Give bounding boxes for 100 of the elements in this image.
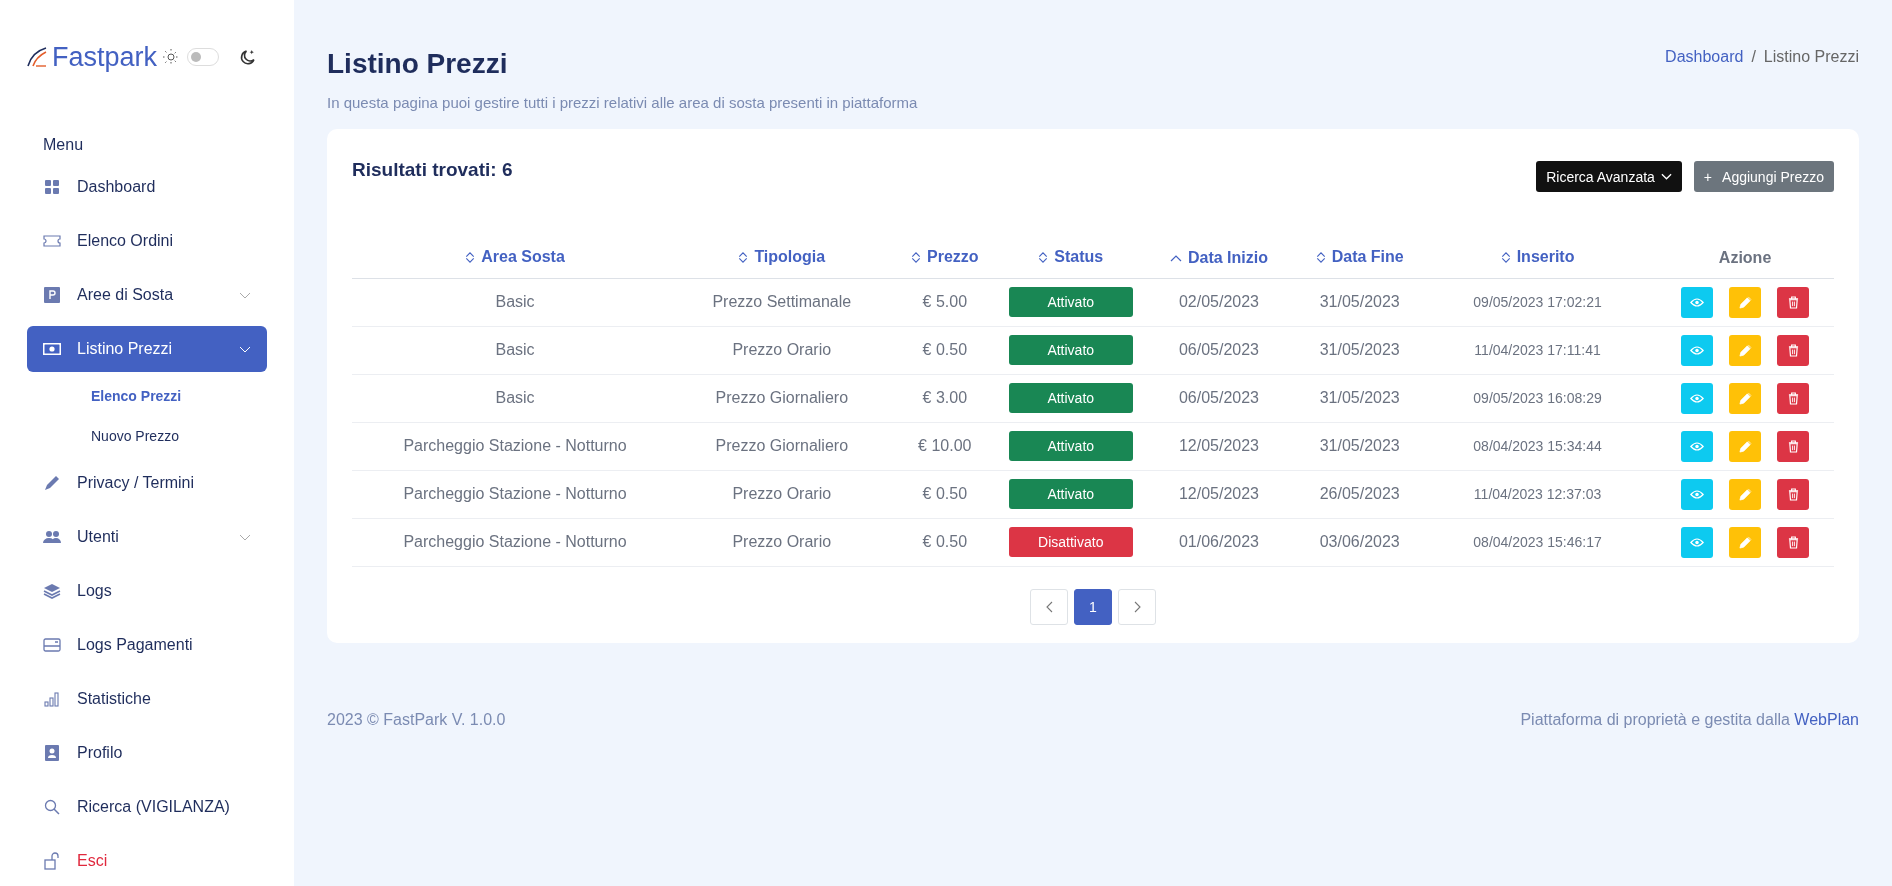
webplan-link[interactable]: WebPlan xyxy=(1794,710,1859,728)
sidebar-item[interactable]: Listino Prezzi xyxy=(27,326,267,372)
theme-toggle[interactable] xyxy=(187,48,220,66)
table-cell: 08/04/2023 15:46:17 xyxy=(1473,534,1602,550)
status-badge: Attivato xyxy=(1008,287,1133,317)
padlock-icon xyxy=(43,852,61,870)
table-cell: 31/05/2023 xyxy=(1319,293,1400,310)
column-header[interactable]: Inserito xyxy=(1500,248,1575,266)
moon-icon xyxy=(239,48,257,66)
table-cell: 09/05/2023 17:02:21 xyxy=(1473,294,1602,310)
table-cell: 26/05/2023 xyxy=(1319,485,1400,502)
column-header[interactable]: Prezzo xyxy=(911,248,979,266)
page-button[interactable]: 1 xyxy=(1074,588,1112,625)
view-button[interactable] xyxy=(1681,286,1714,318)
table-cell: 01/06/2023 xyxy=(1178,533,1259,550)
chevron-right-icon xyxy=(1133,600,1141,613)
table-cell: 11/04/2023 17:11:41 xyxy=(1474,342,1601,358)
breadcrumb-separator: / xyxy=(1751,48,1756,66)
table-cell: 08/04/2023 15:34:44 xyxy=(1473,438,1602,454)
table-cell: 31/05/2023 xyxy=(1319,437,1400,454)
submenu-item[interactable]: Nuovo Prezzo xyxy=(91,416,179,456)
column-header[interactable]: Area Sosta xyxy=(465,248,565,266)
edit-button[interactable] xyxy=(1729,382,1762,414)
delete-button[interactable] xyxy=(1777,478,1810,510)
sort-ascending-icon xyxy=(1169,254,1182,263)
trash-icon xyxy=(1787,487,1799,501)
pencil-icon xyxy=(1738,343,1752,357)
sidebar-item[interactable]: Utenti xyxy=(27,514,267,560)
sidebar-item[interactable]: Logs xyxy=(27,568,267,614)
sort-icon xyxy=(1315,250,1326,264)
bar-chart-icon xyxy=(43,691,61,707)
edit-button[interactable] xyxy=(1729,334,1762,366)
trash-icon xyxy=(1787,391,1799,405)
sidebar-item[interactable]: Privacy / Termini xyxy=(27,460,267,506)
sort-icon xyxy=(1038,250,1049,264)
column-header[interactable]: Status xyxy=(1038,248,1104,266)
sidebar-item[interactable]: Ricerca (VIGILANZA) xyxy=(27,784,267,830)
table-cell: Prezzo Settimanale xyxy=(712,293,852,310)
sidebar-item[interactable]: Logs Pagamenti xyxy=(27,622,267,668)
eye-icon xyxy=(1690,345,1705,355)
delete-button[interactable] xyxy=(1777,430,1810,462)
view-button[interactable] xyxy=(1681,478,1714,510)
delete-button[interactable] xyxy=(1777,526,1810,558)
sun-icon xyxy=(163,49,180,65)
breadcrumb-current: Listino Prezzi xyxy=(1763,48,1859,66)
sidebar-item[interactable]: Profilo xyxy=(27,730,267,776)
submenu-item[interactable]: Elenco Prezzi xyxy=(91,376,182,416)
column-header[interactable]: Tipologia xyxy=(738,248,826,266)
table-cell: 06/05/2023 xyxy=(1178,341,1259,358)
chevron-down-icon xyxy=(239,345,251,353)
delete-button[interactable] xyxy=(1777,334,1810,366)
edit-button[interactable] xyxy=(1729,526,1762,558)
view-button[interactable] xyxy=(1681,382,1714,414)
column-header[interactable]: Data Fine xyxy=(1315,248,1404,266)
edit-button[interactable] xyxy=(1729,430,1762,462)
table-cell: Parcheggio Stazione - Notturno xyxy=(403,437,627,454)
view-button[interactable] xyxy=(1681,334,1714,366)
search-icon xyxy=(43,799,61,815)
previous-page-button[interactable] xyxy=(1030,588,1068,625)
sidebar-item[interactable]: Statistiche xyxy=(27,676,267,722)
table-cell: 02/05/2023 xyxy=(1178,293,1259,310)
view-button[interactable] xyxy=(1681,430,1714,462)
page-subtitle: In questa pagina puoi gestire tutti i prezzi relativi alle area di sosta presenti in piattaforma xyxy=(327,94,918,111)
add-price-button[interactable]: + Aggiungi Prezzo xyxy=(1693,161,1834,192)
card-icon xyxy=(43,638,61,652)
table-cell: Prezzo Giornaliero xyxy=(715,437,849,454)
table-cell: Prezzo Orario xyxy=(732,341,832,358)
column-header: Azione xyxy=(1718,248,1772,267)
id-badge-icon xyxy=(43,745,61,761)
sidebar-item[interactable]: Aree di Sosta xyxy=(27,272,267,318)
delete-button[interactable] xyxy=(1777,286,1810,318)
status-badge: Attivato xyxy=(1008,479,1133,509)
table-cell: € 5.00 xyxy=(922,293,968,310)
table-cell: 09/05/2023 16:08:29 xyxy=(1473,390,1602,406)
banknote-icon xyxy=(43,343,61,355)
table-cell: 31/05/2023 xyxy=(1319,341,1400,358)
sort-icon xyxy=(738,250,749,264)
pencil-icon xyxy=(1738,439,1752,453)
edit-button[interactable] xyxy=(1729,286,1762,318)
delete-button[interactable] xyxy=(1777,382,1810,414)
table-cell: Prezzo Giornaliero xyxy=(715,389,849,406)
next-page-button[interactable] xyxy=(1118,588,1156,625)
table-cell: Basic xyxy=(495,293,535,310)
sidebar-item[interactable]: Elenco Ordini xyxy=(27,218,267,264)
view-button[interactable] xyxy=(1681,526,1714,558)
sidebar-item[interactable]: Esci xyxy=(27,838,267,884)
sort-icon xyxy=(1500,250,1511,264)
trash-icon xyxy=(1787,439,1799,453)
chevron-down-icon xyxy=(239,533,251,541)
column-header[interactable]: Data Inizio xyxy=(1169,249,1268,268)
pencil-icon xyxy=(1738,487,1752,501)
breadcrumb-link[interactable]: Dashboard xyxy=(1665,48,1744,66)
advanced-search-button[interactable]: Ricerca Avanzata xyxy=(1536,161,1682,192)
table-cell: Prezzo Orario xyxy=(732,533,832,550)
eye-icon xyxy=(1690,393,1705,403)
edit-button[interactable] xyxy=(1729,478,1762,510)
table-cell: € 0.50 xyxy=(922,341,968,358)
sort-icon xyxy=(465,250,476,264)
table-cell: Basic xyxy=(495,341,535,358)
sidebar-item[interactable]: Dashboard xyxy=(27,164,267,210)
